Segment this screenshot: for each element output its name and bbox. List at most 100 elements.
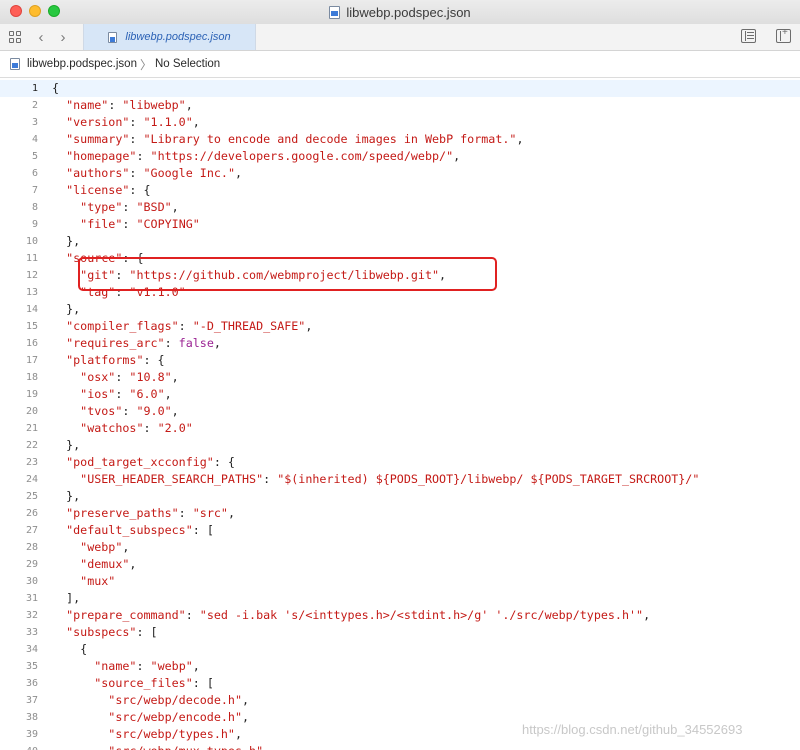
code-text: { [52,642,88,656]
code-line[interactable]: 29 "demux", [0,556,800,573]
code-line[interactable]: 28 "webp", [0,539,800,556]
chevron-right-icon[interactable]: › [53,27,73,47]
line-number: 2 [31,100,38,111]
code-line[interactable]: 20 "tvos": "9.0", [0,403,800,420]
chevron-left-icon[interactable]: ‹ [31,27,51,47]
code-line[interactable]: 21 "watchos": "2.0" [0,420,800,437]
jump-bar: libwebp.podspec.json 〉 No Selection [0,51,800,78]
line-number: 5 [31,151,38,162]
code-text: "src/webp/encode.h", [108,710,250,724]
code-line[interactable]: 10 }, [0,233,800,250]
code-line[interactable]: 4 "summary": "Library to encode and deco… [0,131,800,148]
code-text: "demux", [80,557,137,571]
line-number: 12 [25,270,38,281]
code-text: "watchos": "2.0" [80,421,193,435]
line-number: 29 [25,559,38,570]
jump-bar-file[interactable]: libwebp.podspec.json [27,58,137,70]
tab-bar: ‹ › libwebp.podspec.json [0,24,800,51]
line-number: 15 [25,321,38,332]
line-number: 31 [25,593,38,604]
related-items-grid-icon[interactable] [5,27,25,47]
code-line[interactable]: 34 { [0,641,800,658]
breadcrumb-separator: 〉 [139,57,152,72]
code-line[interactable]: 27 "default_subspecs": [ [0,522,800,539]
watermark: https://blog.csdn.net/github_34552693 [522,722,743,737]
line-number: 28 [25,542,38,553]
code-line[interactable]: 30 "mux" [0,573,800,590]
line-number: 36 [25,678,38,689]
code-line[interactable]: 36 "source_files": [ [0,675,800,692]
line-number: 3 [31,117,38,128]
jump-bar-selection[interactable]: No Selection [155,58,220,70]
code-text: "osx": "10.8", [80,370,179,384]
code-text: "version": "1.1.0", [66,115,200,129]
code-text: "default_subspecs": [ [66,523,214,537]
line-number: 39 [25,729,38,740]
code-line[interactable]: 7 "license": { [0,182,800,199]
line-number: 11 [25,253,38,264]
code-line[interactable]: 17 "platforms": { [0,352,800,369]
code-line[interactable]: 37 "src/webp/decode.h", [0,692,800,709]
code-text: { [52,81,60,95]
line-number: 27 [25,525,38,536]
code-text: "USER_HEADER_SEARCH_PATHS": "$(inherited… [80,472,700,486]
line-number: 34 [25,644,38,655]
editor-options-lines-icon[interactable] [741,29,756,43]
code-line[interactable]: 24 "USER_HEADER_SEARCH_PATHS": "$(inheri… [0,471,800,488]
line-number: 24 [25,474,38,485]
code-line[interactable]: 32 "prepare_command": "sed -i.bak 's/<in… [0,607,800,624]
code-line[interactable]: 2 "name": "libwebp", [0,97,800,114]
code-text: "type": "BSD", [80,200,179,214]
code-line[interactable]: 6 "authors": "Google Inc.", [0,165,800,182]
code-text: "tvos": "9.0", [80,404,179,418]
code-line[interactable]: 8 "type": "BSD", [0,199,800,216]
code-line[interactable]: 5 "homepage": "https://developers.google… [0,148,800,165]
line-number: 20 [25,406,38,417]
code-line[interactable]: 18 "osx": "10.8", [0,369,800,386]
line-number: 1 [31,83,38,94]
code-line[interactable]: 33 "subspecs": [ [0,624,800,641]
line-number: 37 [25,695,38,706]
code-text: "preserve_paths": "src", [66,506,235,520]
code-line[interactable]: 31 ], [0,590,800,607]
line-number: 19 [25,389,38,400]
line-number: 14 [25,304,38,315]
code-text: "file": "COPYING" [80,217,200,231]
code-text: "pod_target_xcconfig": { [66,455,235,469]
json-document-icon [10,58,20,70]
code-line[interactable]: 1{ [0,80,800,97]
code-line[interactable]: 40 "src/webp/mux_types.h", [0,743,800,750]
line-number: 25 [25,491,38,502]
code-text: "platforms": { [66,353,165,367]
code-line[interactable]: 25 }, [0,488,800,505]
code-text: "src/webp/types.h", [108,727,243,741]
line-number: 40 [0,743,38,750]
tab-libwebp-podspec-json[interactable]: libwebp.podspec.json [83,24,256,50]
code-editor[interactable]: 1{2 "name": "libwebp", 3 "version": "1.1.… [0,79,800,750]
code-text: "src/webp/decode.h", [108,693,250,707]
code-line[interactable]: 22 }, [0,437,800,454]
code-line[interactable]: 35 "name": "webp", [0,658,800,675]
line-number: 4 [31,134,38,145]
code-line[interactable]: 19 "ios": "6.0", [0,386,800,403]
line-number: 18 [25,372,38,383]
code-text: "ios": "6.0", [80,387,172,401]
line-number: 38 [25,712,38,723]
line-number: 10 [25,236,38,247]
code-text: }, [52,438,81,452]
json-document-icon [329,5,341,19]
code-line[interactable]: 26 "preserve_paths": "src", [0,505,800,522]
window-title: libwebp.podspec.json [0,0,800,24]
code-line[interactable]: 9 "file": "COPYING" [0,216,800,233]
code-line[interactable]: 23 "pod_target_xcconfig": { [0,454,800,471]
code-line[interactable]: 15 "compiler_flags": "-D_THREAD_SAFE", [0,318,800,335]
code-text: ], [52,591,81,605]
code-text: "src/webp/mux_types.h", [52,743,270,750]
code-line[interactable]: 3 "version": "1.1.0", [0,114,800,131]
code-text: "license": { [66,183,151,197]
add-editor-icon[interactable] [776,27,791,43]
code-text: "prepare_command": "sed -i.bak 's/<intty… [66,608,651,622]
code-line[interactable]: 16 "requires_arc": false, [0,335,800,352]
code-text: "authors": "Google Inc.", [66,166,243,180]
code-line[interactable]: 14 }, [0,301,800,318]
